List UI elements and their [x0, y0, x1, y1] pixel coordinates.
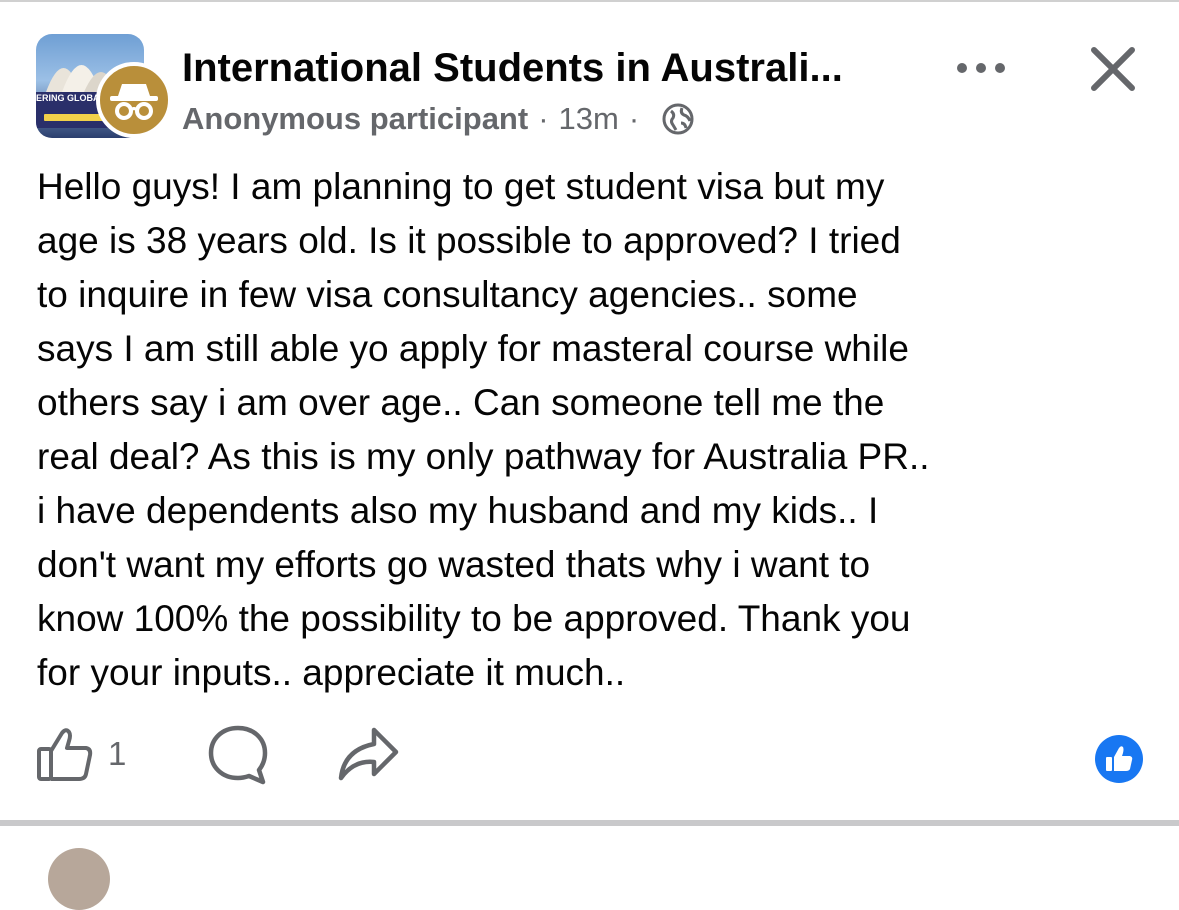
more-options-button[interactable] — [952, 52, 1010, 84]
next-post-avatar[interactable] — [48, 848, 110, 910]
share-arrow-icon — [338, 727, 399, 781]
post-body-line: for your inputs.. appreciate it much.. — [37, 652, 626, 693]
logo-sub-banner — [44, 114, 104, 121]
post-body-line: others say i am over age.. Can someone t… — [37, 382, 885, 423]
comment-button[interactable] — [206, 722, 270, 786]
post-body-line: to inquire in few visa consultancy agenc… — [37, 274, 858, 315]
like-count: 1 — [108, 735, 127, 772]
post-body: Hello guys! I am planning to get student… — [37, 160, 1157, 700]
group-name-link[interactable]: International Students in Australi... — [182, 40, 922, 96]
top-divider — [0, 0, 1179, 2]
post-body-line: know 100% the possibility to be approved… — [37, 598, 911, 639]
share-button[interactable] — [336, 724, 400, 784]
anonymous-avatar[interactable] — [96, 62, 172, 138]
meta-separator-2: · — [628, 101, 640, 136]
author-name[interactable]: Anonymous participant — [182, 101, 528, 137]
close-icon — [1091, 47, 1135, 91]
post-body-line: don't want my efforts go wasted thats wh… — [37, 544, 871, 585]
post-timestamp[interactable]: 13m — [559, 101, 619, 137]
close-button[interactable] — [1086, 42, 1140, 96]
comment-bubble-icon — [208, 725, 268, 785]
incognito-icon — [110, 84, 158, 120]
post-body-line: age is 38 years old. Is it possible to a… — [37, 220, 901, 261]
post-body-line: says I am still able yo apply for master… — [37, 328, 909, 369]
globe-icon — [661, 102, 695, 136]
post-divider — [0, 820, 1179, 826]
like-button[interactable]: 1 — [36, 724, 126, 784]
post-body-line: i have dependents also my husband and my… — [37, 490, 879, 531]
like-reaction-icon[interactable] — [1095, 735, 1143, 783]
post-body-line: real deal? As this is my only pathway fo… — [37, 436, 930, 477]
more-dots-icon — [957, 63, 1005, 73]
post-meta: Anonymous participant · 13m · — [182, 96, 695, 142]
thumbs-up-icon — [37, 728, 93, 781]
meta-separator: · — [538, 101, 549, 136]
post-body-line: Hello guys! I am planning to get student… — [37, 166, 885, 207]
